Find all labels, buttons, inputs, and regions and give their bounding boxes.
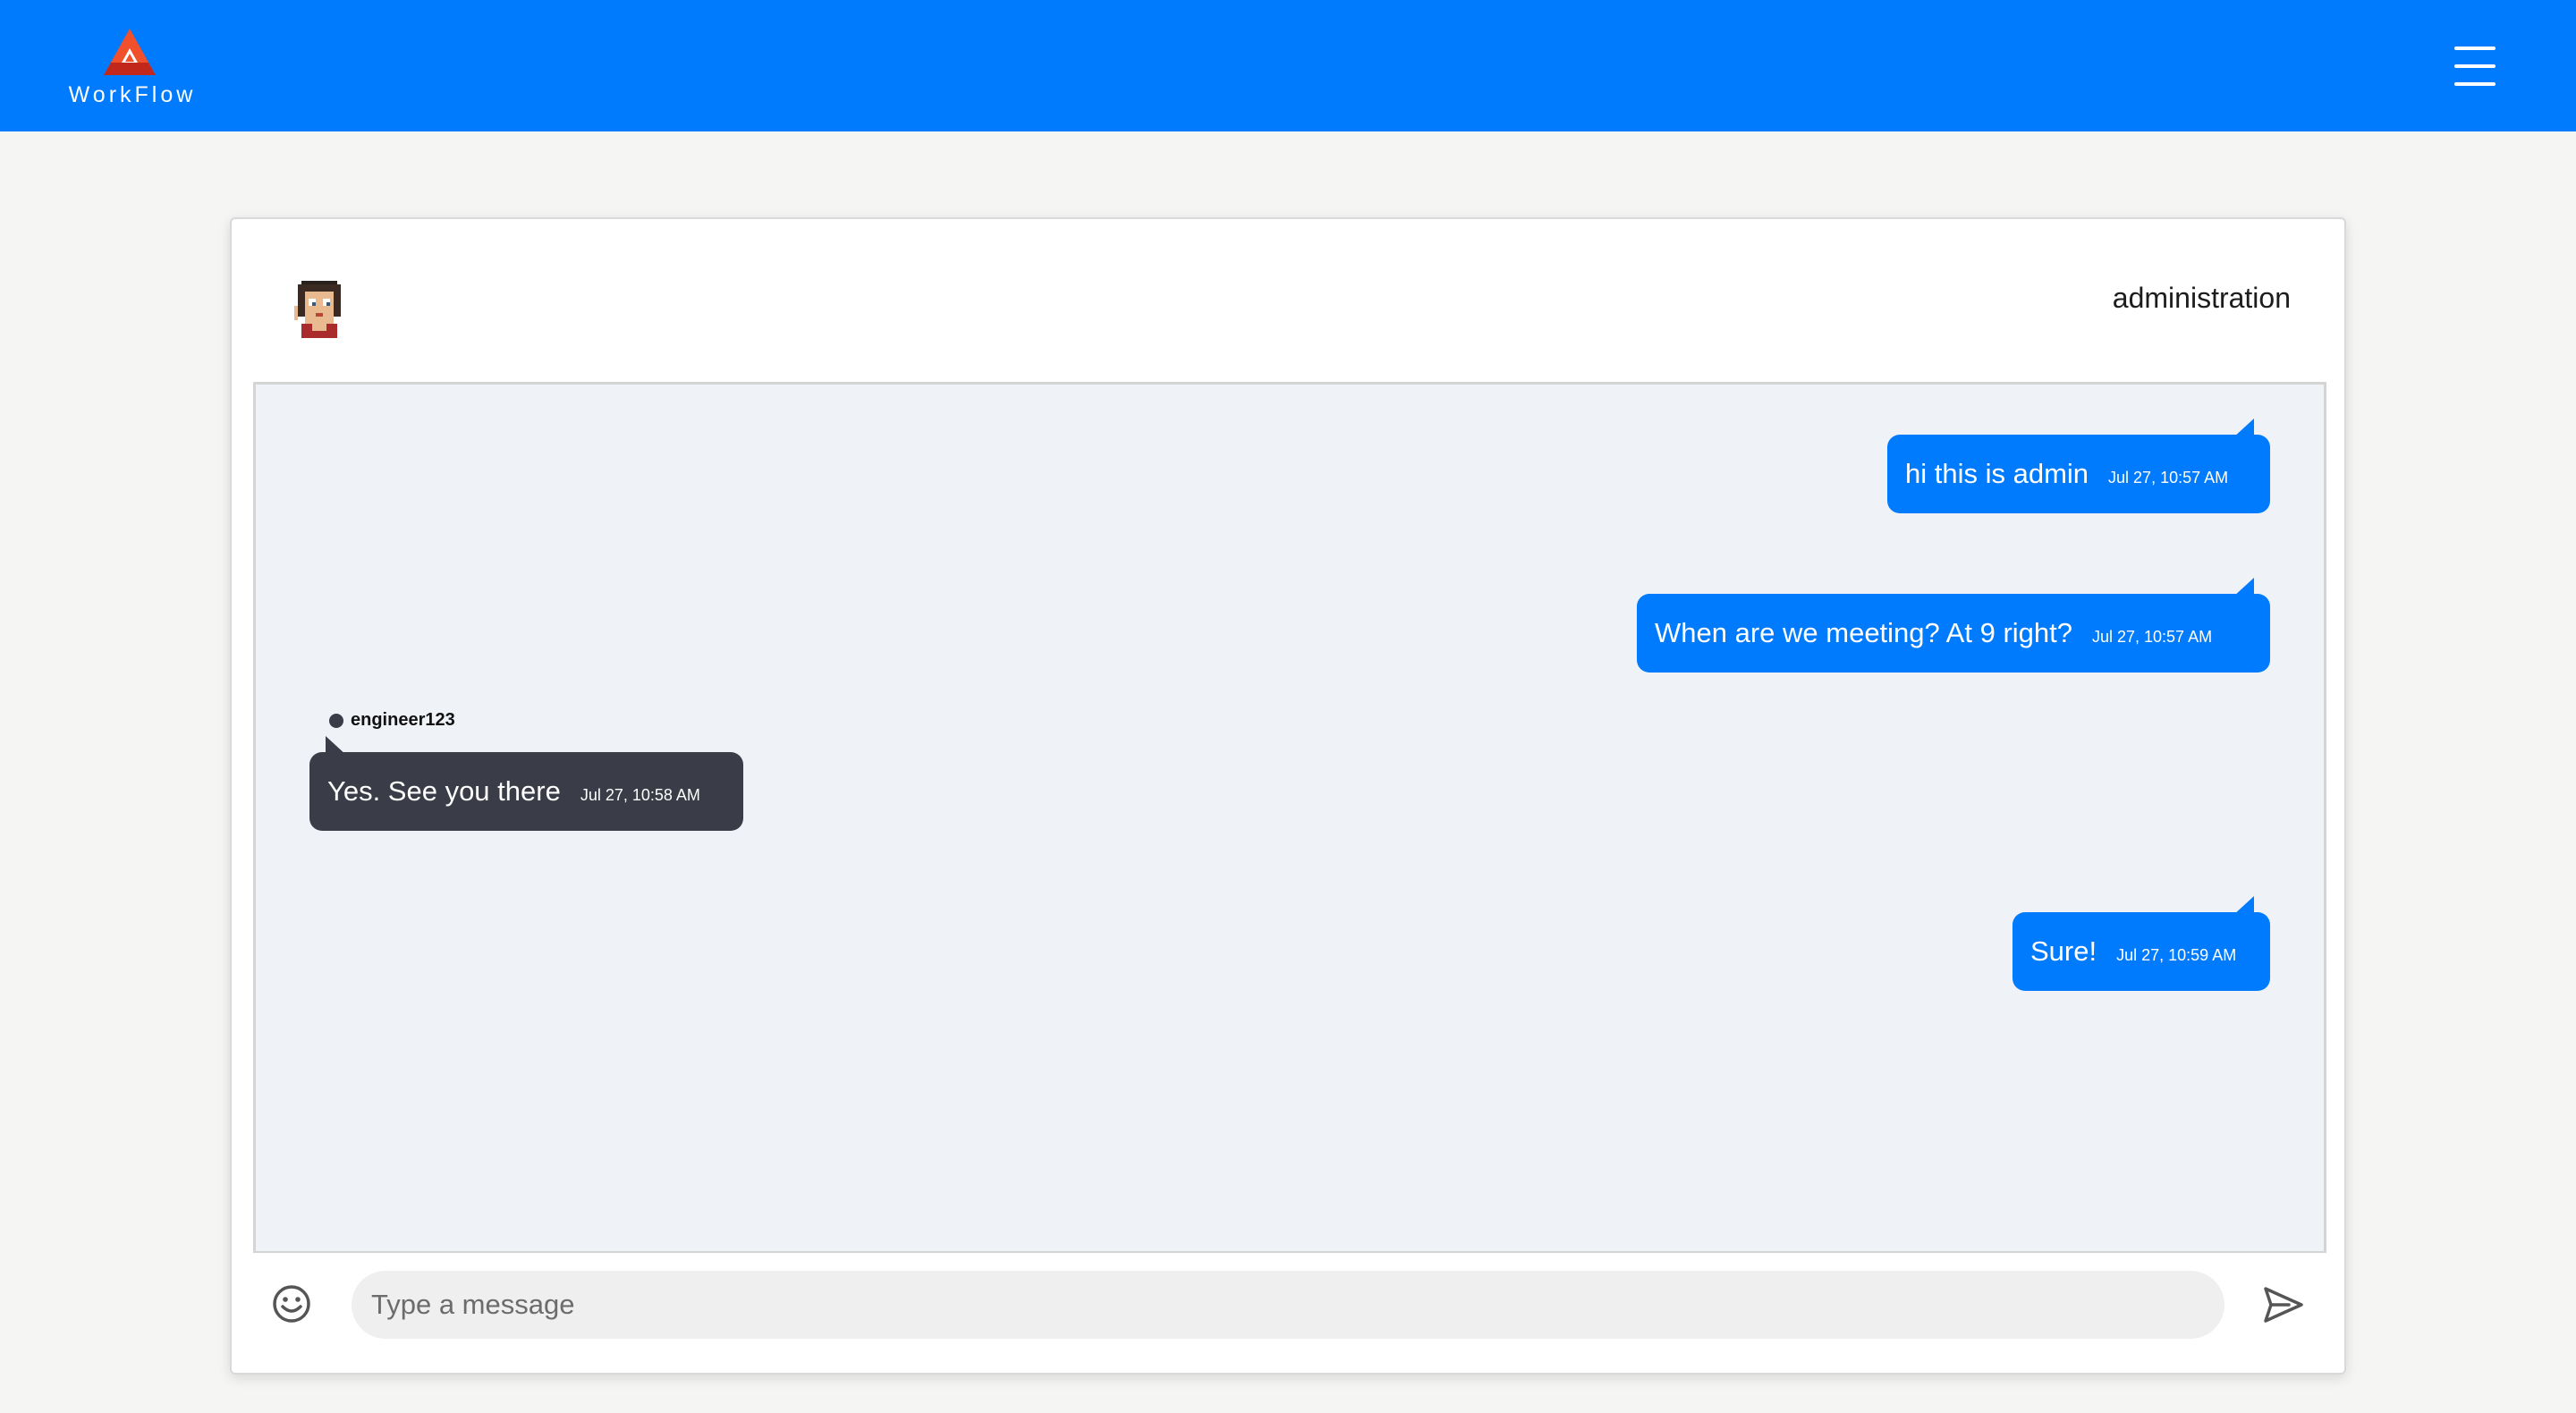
message-composer [232,1271,2344,1342]
bubble-tail-icon [2233,419,2254,438]
message-time: Jul 27, 10:59 AM [2116,945,2237,964]
message-text: hi this is admin [1905,458,2089,489]
brand[interactable]: WorkFlow [61,27,204,116]
message-text: When are we meeting? At 9 right? [1655,617,2072,648]
message-panel[interactable]: hi this is admin Jul 27, 10:57 AM When a… [253,382,2326,1253]
hamburger-menu-button[interactable] [2451,45,2504,89]
message-time: Jul 27, 10:57 AM [2108,468,2229,487]
bubble-tail-icon [326,736,347,756]
message-text: Sure! [2030,935,2097,967]
message-input[interactable] [352,1271,2224,1339]
sender-name: engineer123 [351,710,455,730]
message-bubble-outgoing[interactable]: When are we meeting? At 9 right? Jul 27,… [1637,578,2270,673]
bubble-tail-icon [2233,578,2254,597]
chat-title: administration [2112,282,2291,314]
brand-name: WorkFlow [68,82,197,107]
user-avatar-icon[interactable] [287,276,352,350]
message-time: Jul 27, 10:57 AM [2091,627,2213,646]
message-bubble-outgoing[interactable]: Sure! Jul 27, 10:59 AM [2012,896,2270,991]
message-text: Yes. See you there [327,775,561,807]
message-time: Jul 27, 10:58 AM [580,785,700,804]
menu-line-icon [2454,47,2496,50]
message-bubble-incoming[interactable]: Yes. See you there Jul 27, 10:58 AM [309,736,743,831]
menu-line-icon [2454,82,2496,86]
bubble-tail-icon [2233,896,2254,916]
send-arrow-icon[interactable] [2262,1285,2305,1324]
menu-line-icon [2454,64,2496,68]
top-navbar: WorkFlow [0,0,2576,131]
sender-status-icon [329,713,343,728]
message-bubble-outgoing[interactable]: hi this is admin Jul 27, 10:57 AM [1887,419,2270,513]
smiley-icon[interactable] [271,1283,312,1324]
workflow-logo-icon [104,29,156,75]
message-sender: engineer123 [329,710,455,731]
chat-card: administration hi this is admin Jul 27, … [230,217,2346,1375]
